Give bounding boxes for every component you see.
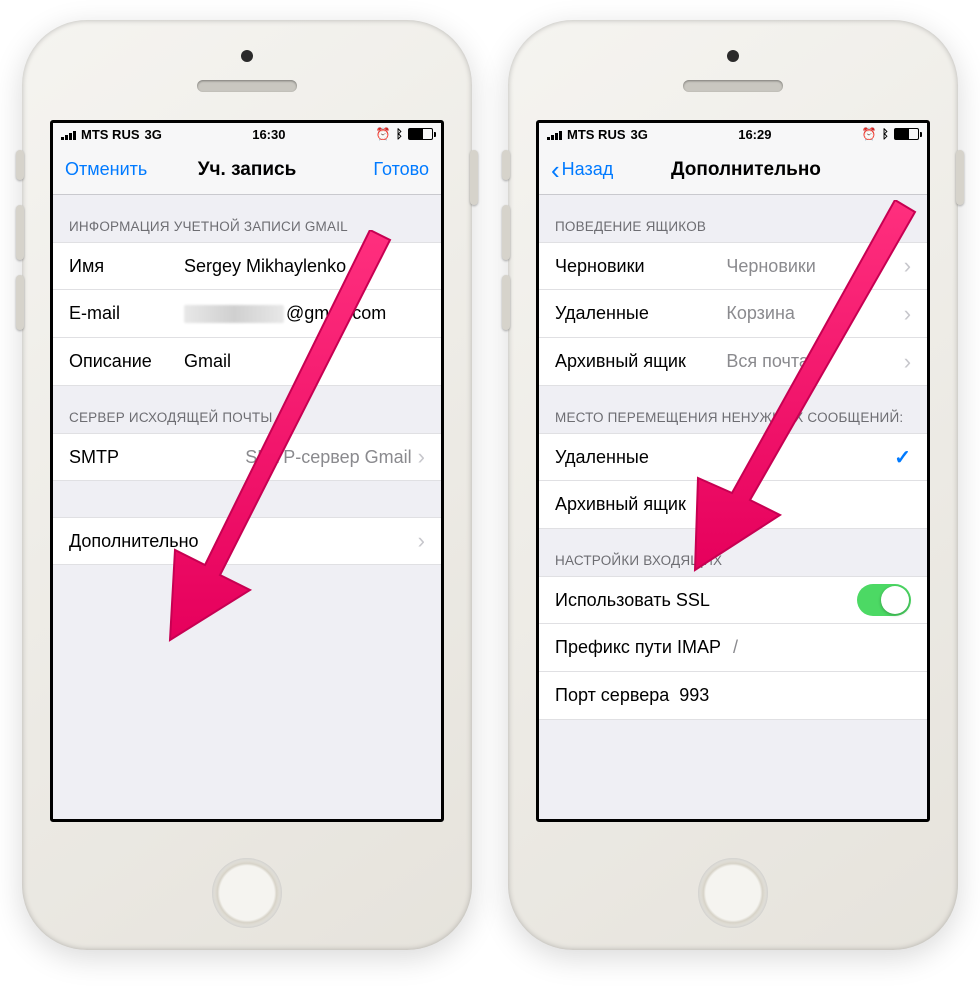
cell-name[interactable]: Имя Sergey Mikhaylenko xyxy=(53,242,441,290)
cell-email[interactable]: E-mail @gmail.com xyxy=(53,290,441,338)
advanced-label: Дополнительно xyxy=(69,531,412,552)
cell-ssl[interactable]: Использовать SSL xyxy=(539,576,927,624)
cancel-button[interactable]: Отменить xyxy=(65,159,147,180)
cell-move-archive[interactable]: Архивный ящик xyxy=(539,481,927,529)
chevron-right-icon: › xyxy=(904,349,911,375)
move-archive-label: Архивный ящик xyxy=(555,494,911,515)
drafts-value: Черновики xyxy=(726,256,897,277)
chevron-right-icon: › xyxy=(418,528,425,554)
chevron-right-icon: › xyxy=(418,444,425,470)
name-label: Имя xyxy=(69,256,184,277)
ssl-toggle[interactable] xyxy=(857,584,911,616)
deleted-value: Корзина xyxy=(726,303,897,324)
description-value: Gmail xyxy=(184,351,425,372)
cell-advanced[interactable]: Дополнительно › xyxy=(53,517,441,565)
phone-right: MTS RUS 3G 16:29 ⏰ ᛒ ‹ Назад Дополнитель… xyxy=(508,20,958,950)
bluetooth-icon: ᛒ xyxy=(396,127,403,141)
email-label: E-mail xyxy=(69,303,184,324)
section-smtp-header: СЕРВЕР ИСХОДЯЩЕЙ ПОЧТЫ xyxy=(53,386,441,433)
cell-port[interactable]: Порт сервера 993 xyxy=(539,672,927,720)
imap-label: Префикс пути IMAP xyxy=(555,637,733,658)
move-deleted-label: Удаленные xyxy=(555,447,894,468)
screen-left: MTS RUS 3G 16:30 ⏰ ᛒ Отменить Уч. запись… xyxy=(50,120,444,822)
battery-icon xyxy=(894,128,919,140)
alarm-icon: ⏰ xyxy=(376,127,391,141)
battery-icon xyxy=(408,128,433,140)
cell-deleted[interactable]: Удаленные Корзина › xyxy=(539,290,927,338)
description-label: Описание xyxy=(69,351,184,372)
archive-value: Вся почта xyxy=(726,351,897,372)
section-move-header: МЕСТО ПЕРЕМЕЩЕНИЯ НЕНУЖНЫХ СООБЩЕНИЙ: xyxy=(539,386,927,433)
alarm-icon: ⏰ xyxy=(862,127,877,141)
nav-bar: ‹ Назад Дополнительно xyxy=(539,145,927,195)
port-value: 993 xyxy=(679,685,911,706)
section-account-header: ИНФОРМАЦИЯ УЧЕТНОЙ ЗАПИСИ GMAIL xyxy=(53,195,441,242)
clock: 16:29 xyxy=(738,127,771,142)
ssl-label: Использовать SSL xyxy=(555,590,857,611)
imap-value: / xyxy=(733,637,911,658)
smtp-label: SMTP xyxy=(69,447,139,468)
chevron-right-icon: › xyxy=(904,253,911,279)
nav-bar: Отменить Уч. запись Готово xyxy=(53,145,441,195)
email-redacted xyxy=(184,305,284,323)
status-bar: MTS RUS 3G 16:29 ⏰ ᛒ xyxy=(539,123,927,145)
network-label: 3G xyxy=(631,127,648,142)
screen-right: MTS RUS 3G 16:29 ⏰ ᛒ ‹ Назад Дополнитель… xyxy=(536,120,930,822)
signal-icon xyxy=(547,129,562,140)
drafts-label: Черновики xyxy=(555,256,726,277)
network-label: 3G xyxy=(145,127,162,142)
nav-title: Дополнительно xyxy=(631,159,821,181)
clock: 16:30 xyxy=(252,127,285,142)
home-button[interactable] xyxy=(212,858,282,928)
phone-left: MTS RUS 3G 16:30 ⏰ ᛒ Отменить Уч. запись… xyxy=(22,20,472,950)
back-button[interactable]: ‹ Назад xyxy=(551,159,613,180)
deleted-label: Удаленные xyxy=(555,303,726,324)
home-button[interactable] xyxy=(698,858,768,928)
cell-imap-prefix[interactable]: Префикс пути IMAP / xyxy=(539,624,927,672)
cell-move-deleted[interactable]: Удаленные ✓ xyxy=(539,433,927,481)
chevron-right-icon: › xyxy=(904,301,911,327)
cell-description[interactable]: Описание Gmail xyxy=(53,338,441,386)
archive-label: Архивный ящик xyxy=(555,351,726,372)
cell-archive[interactable]: Архивный ящик Вся почта › xyxy=(539,338,927,386)
carrier-label: MTS RUS xyxy=(567,127,626,142)
carrier-label: MTS RUS xyxy=(81,127,140,142)
name-value: Sergey Mikhaylenko xyxy=(184,256,425,277)
done-button[interactable]: Готово xyxy=(373,159,429,180)
status-bar: MTS RUS 3G 16:30 ⏰ ᛒ xyxy=(53,123,441,145)
bluetooth-icon: ᛒ xyxy=(882,127,889,141)
section-boxes-header: ПОВЕДЕНИЕ ЯЩИКОВ xyxy=(539,195,927,242)
section-incoming-header: НАСТРОЙКИ ВХОДЯЩИХ xyxy=(539,529,927,576)
port-label: Порт сервера xyxy=(555,685,669,706)
signal-icon xyxy=(61,129,76,140)
smtp-value: SMTP-сервер Gmail xyxy=(139,447,412,468)
email-value: @gmail.com xyxy=(184,303,425,324)
check-icon: ✓ xyxy=(894,445,911,470)
cell-smtp[interactable]: SMTP SMTP-сервер Gmail › xyxy=(53,433,441,481)
cell-drafts[interactable]: Черновики Черновики › xyxy=(539,242,927,290)
